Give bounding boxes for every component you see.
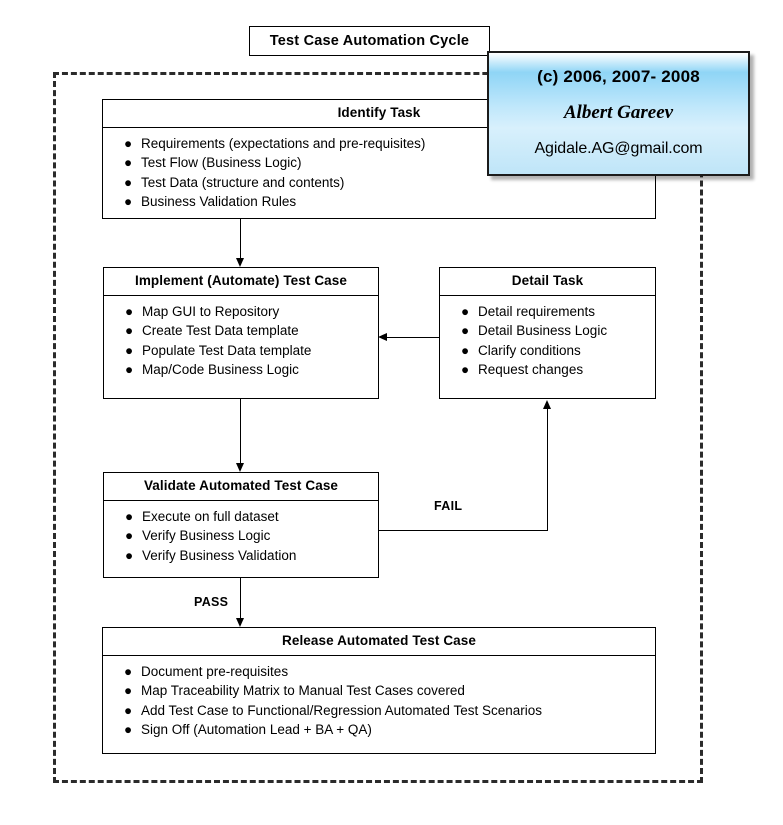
bullet-icon: ● bbox=[124, 702, 133, 718]
edge-label-fail: FAIL bbox=[434, 499, 463, 513]
credit-box: (c) 2006, 2007- 2008 Albert Gareev Agida… bbox=[487, 51, 750, 176]
diagram-title-box: Test Case Automation Cycle bbox=[249, 26, 490, 56]
bullet-icon: ● bbox=[125, 528, 134, 544]
list-item: ● Detail requirements bbox=[461, 302, 651, 322]
node-implement-test-case-title: Implement (Automate) Test Case bbox=[104, 268, 378, 296]
node-implement-test-case[interactable]: Implement (Automate) Test Case ● Map GUI … bbox=[103, 267, 379, 399]
edge-label-pass: PASS bbox=[194, 595, 229, 609]
list-item: ● Verify Business Logic bbox=[125, 526, 374, 546]
connector-fail-horizontal bbox=[379, 530, 548, 531]
list-item: ● Add Test Case to Functional/Regression … bbox=[124, 701, 651, 721]
list-item: ● Detail Business Logic bbox=[461, 321, 651, 341]
list-item-text: Add Test Case to Functional/Regression A… bbox=[141, 702, 542, 718]
bullet-icon: ● bbox=[461, 342, 470, 358]
list-item-text: Map GUI to Repository bbox=[142, 303, 280, 319]
node-implement-test-case-body: ● Map GUI to Repository ● Create Test Data… bbox=[104, 296, 378, 388]
arrowhead-detail-to-implement bbox=[378, 333, 387, 341]
list-item: ● Create Test Data template bbox=[125, 321, 374, 341]
list-item-text: Sign Off (Automation Lead + BA + QA) bbox=[141, 722, 372, 738]
list-item-text: Execute on full dataset bbox=[142, 508, 279, 524]
bullet-icon: ● bbox=[125, 303, 134, 319]
bullet-icon: ● bbox=[124, 683, 133, 699]
bullet-icon: ● bbox=[125, 342, 134, 358]
bullet-icon: ● bbox=[124, 155, 133, 171]
list-item: ● Clarify conditions bbox=[461, 341, 651, 361]
list-item-text: Create Test Data template bbox=[142, 323, 299, 339]
diagram-canvas: Test Case Automation Cycle FAIL PASS Ide… bbox=[0, 0, 783, 825]
node-release-test-case-body: ● Document pre-requisites ● Map Traceabili… bbox=[103, 656, 655, 748]
list-item: ● Map/Code Business Logic bbox=[125, 360, 374, 380]
list-item-text: Document pre-requisites bbox=[141, 663, 289, 679]
list-item-text: Map/Code Business Logic bbox=[142, 362, 299, 378]
page-title: Test Case Automation Cycle bbox=[269, 33, 470, 49]
copyright-text: (c) 2006, 2007- 2008 bbox=[537, 66, 700, 86]
list-item: ● Map Traceability Matrix to Manual Test … bbox=[124, 681, 651, 701]
bullet-icon: ● bbox=[461, 323, 470, 339]
list-item: ● Execute on full dataset bbox=[125, 507, 374, 527]
bullet-icon: ● bbox=[125, 508, 134, 524]
bullet-icon: ● bbox=[461, 303, 470, 319]
list-item-text: Verify Business Logic bbox=[142, 528, 271, 544]
author-name: Albert Gareev bbox=[563, 102, 674, 124]
node-detail-task-title: Detail Task bbox=[440, 268, 655, 296]
node-validate-test-case-body: ● Execute on full dataset ● Verify Busines… bbox=[104, 501, 378, 574]
bullet-icon: ● bbox=[124, 194, 133, 210]
list-item-text: Test Flow (Business Logic) bbox=[141, 155, 302, 171]
bullet-icon: ● bbox=[125, 362, 134, 378]
bullet-icon: ● bbox=[124, 174, 133, 190]
list-item-text: Detail requirements bbox=[478, 303, 596, 319]
bullet-icon: ● bbox=[461, 362, 470, 378]
connector-fail-vertical bbox=[547, 409, 548, 531]
list-item-text: Verify Business Validation bbox=[142, 547, 297, 563]
bullet-icon: ● bbox=[124, 663, 133, 679]
bullet-icon: ● bbox=[124, 135, 133, 151]
list-item: ● Request changes bbox=[461, 360, 651, 380]
bullet-icon: ● bbox=[125, 323, 134, 339]
list-item-text: Detail Business Logic bbox=[478, 323, 608, 339]
arrowhead-validate-to-release bbox=[236, 618, 244, 627]
connector-detail-to-implement bbox=[386, 337, 439, 338]
list-item-text: Clarify conditions bbox=[478, 342, 581, 358]
bullet-icon: ● bbox=[125, 547, 134, 563]
arrowhead-identify-to-implement bbox=[236, 258, 244, 267]
node-detail-task[interactable]: Detail Task ● Detail requirements ● Detail… bbox=[439, 267, 656, 399]
list-item-text: Business Validation Rules bbox=[141, 194, 297, 210]
list-item-text: Test Data (structure and contents) bbox=[141, 174, 345, 190]
node-validate-test-case[interactable]: Validate Automated Test Case ● Execute on… bbox=[103, 472, 379, 578]
list-item-text: Populate Test Data template bbox=[142, 342, 312, 358]
node-release-test-case-title: Release Automated Test Case bbox=[103, 628, 655, 656]
list-item: ● Verify Business Validation bbox=[125, 546, 374, 566]
node-validate-test-case-title: Validate Automated Test Case bbox=[104, 473, 378, 501]
node-release-test-case[interactable]: Release Automated Test Case ● Document pr… bbox=[102, 627, 656, 754]
list-item-text: Request changes bbox=[478, 362, 584, 378]
list-item: ● Document pre-requisites bbox=[124, 662, 651, 682]
arrowhead-fail-to-detail bbox=[543, 400, 551, 409]
connector-implement-to-validate bbox=[240, 398, 241, 470]
bullet-icon: ● bbox=[124, 722, 133, 738]
node-detail-task-body: ● Detail requirements ● Detail Business Lo… bbox=[440, 296, 655, 388]
list-item: ● Map GUI to Repository bbox=[125, 302, 374, 322]
author-email: Agidale.AG@gmail.com bbox=[534, 140, 703, 158]
list-item: ● Business Validation Rules bbox=[124, 192, 651, 212]
list-item: ● Populate Test Data template bbox=[125, 341, 374, 361]
list-item-text: Map Traceability Matrix to Manual Test C… bbox=[141, 683, 465, 699]
list-item-text: Requirements (expectations and pre-requi… bbox=[141, 135, 426, 151]
arrowhead-implement-to-validate bbox=[236, 463, 244, 472]
list-item: ● Sign Off (Automation Lead + BA + QA) bbox=[124, 720, 651, 740]
